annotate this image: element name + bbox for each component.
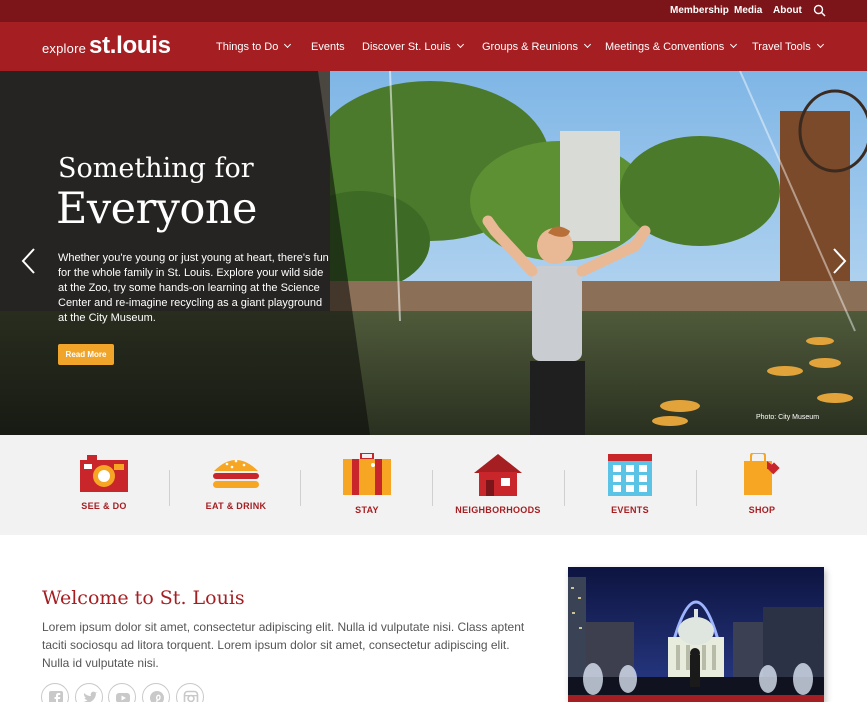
nav-travel-tools[interactable]: Travel Tools	[752, 40, 824, 53]
category-label: SHOP	[748, 505, 776, 515]
nav-meetings-conventions[interactable]: Meetings & Conventions	[605, 40, 738, 53]
category-strip: SEE & DO EAT & DRINK STAY NEIGHBORHOODS …	[0, 435, 867, 535]
chevron-down-icon	[730, 40, 738, 49]
category-label: SEE & DO	[81, 501, 127, 511]
main-navigation: explore st.louis Things to Do Events Disc…	[0, 22, 867, 71]
category-label: EAT & DRINK	[205, 501, 267, 511]
welcome-body: Lorem ipsum dolor sit amet, consectetur …	[42, 620, 525, 670]
chevron-down-icon	[816, 40, 824, 49]
chevron-down-icon	[456, 40, 464, 49]
read-more-button[interactable]: Read More	[58, 344, 114, 365]
calendar-icon	[608, 454, 652, 496]
divider	[169, 470, 170, 506]
category-label: EVENTS	[611, 505, 649, 515]
category-label: NEIGHBORHOODS	[455, 505, 541, 515]
suitcase-icon	[343, 453, 391, 495]
pinterest-icon[interactable]	[142, 683, 170, 702]
twitter-icon[interactable]	[75, 683, 103, 702]
category-shop[interactable]: SHOP	[702, 453, 822, 523]
nav-label: Events	[311, 41, 345, 53]
category-neighborhoods[interactable]: NEIGHBORHOODS	[438, 453, 558, 523]
photo-credit: Photo: City Museum	[756, 414, 820, 421]
shopping-bag-icon	[744, 453, 780, 495]
nav-discover-st-louis[interactable]: Discover St. Louis	[362, 40, 464, 53]
hero-description: Whether you're young or just young at he…	[58, 252, 329, 324]
divider	[564, 470, 565, 506]
nav-label: Meetings & Conventions	[605, 41, 725, 53]
burger-icon	[213, 459, 259, 488]
nav-label: Things to Do	[216, 41, 279, 53]
house-icon	[474, 454, 522, 496]
hero-title-line2: Everyone	[56, 184, 258, 234]
camera-icon	[80, 455, 128, 492]
hero-carousel: Something for Everyone Whether you're yo…	[0, 71, 867, 435]
nav-label: Discover St. Louis	[362, 41, 451, 53]
facebook-icon[interactable]	[41, 683, 69, 702]
chevron-left-icon[interactable]	[18, 246, 40, 276]
category-events[interactable]: EVENTS	[570, 453, 690, 523]
logo-text-explore: explore	[42, 41, 87, 56]
category-stay[interactable]: STAY	[307, 453, 427, 523]
nav-label: Groups & Reunions	[482, 41, 578, 53]
youtube-icon[interactable]	[108, 683, 136, 702]
nav-things-to-do[interactable]: Things to Do	[216, 40, 292, 53]
divider	[432, 470, 433, 506]
site-logo[interactable]: explore st.louis	[42, 32, 171, 60]
membership-link[interactable]: Membership	[670, 5, 729, 16]
instagram-icon[interactable]	[176, 683, 204, 702]
utility-bar: Membership Media About	[0, 0, 867, 22]
chevron-down-icon	[583, 40, 592, 49]
about-link[interactable]: About	[773, 5, 802, 16]
logo-text-stlouis: st.louis	[89, 32, 171, 59]
search-icon[interactable]	[812, 3, 828, 19]
divider	[300, 470, 301, 506]
chevron-down-icon	[284, 40, 292, 49]
nav-events[interactable]: Events	[311, 41, 345, 53]
divider	[696, 470, 697, 506]
nav-label: Travel Tools	[752, 41, 811, 53]
chevron-right-icon[interactable]	[828, 246, 850, 276]
welcome-title: Welcome to St. Louis	[42, 587, 245, 609]
st-louis-photo	[568, 567, 824, 702]
category-see-do[interactable]: SEE & DO	[44, 453, 164, 523]
hero-title-line1: Something for	[58, 153, 254, 184]
category-eat-drink[interactable]: EAT & DRINK	[176, 453, 296, 523]
media-link[interactable]: Media	[734, 5, 762, 16]
category-label: STAY	[355, 505, 379, 515]
nav-groups-reunions[interactable]: Groups & Reunions	[482, 40, 592, 53]
